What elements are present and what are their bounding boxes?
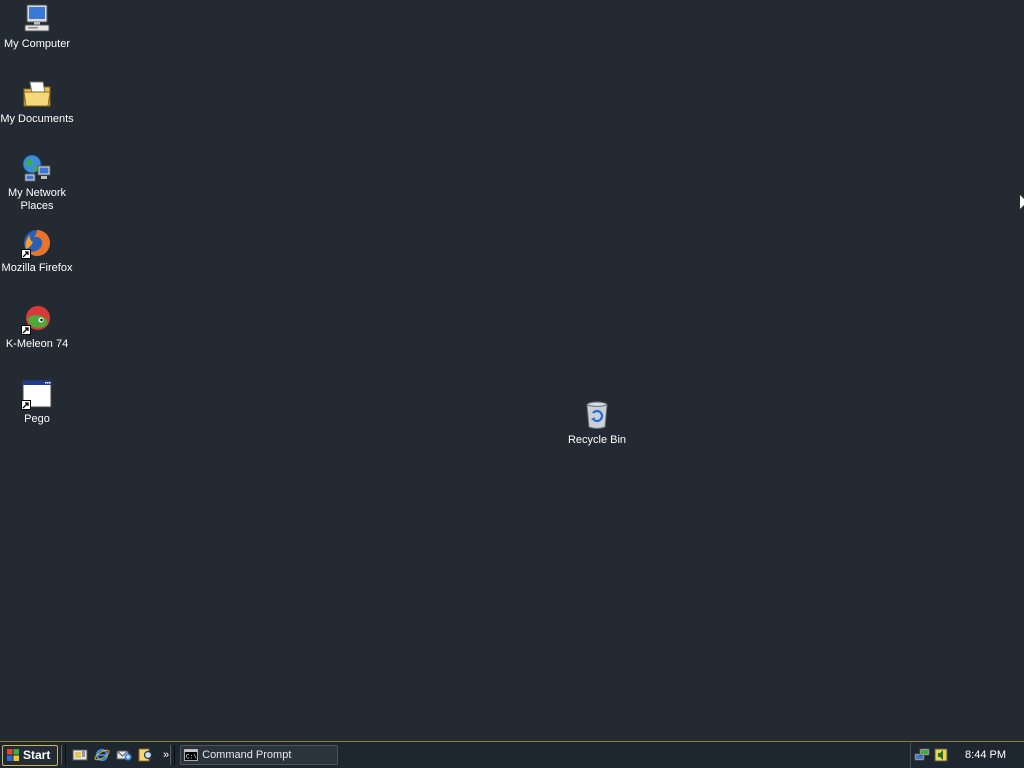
taskbar-separator [61, 745, 66, 765]
quick-launch-overflow-button[interactable]: » [163, 749, 169, 761]
task-button-command-prompt[interactable]: C:\ Command Prompt [180, 745, 339, 765]
desktop-icon-label: K-Meleon 74 [5, 338, 69, 350]
shortcut-arrow-icon [21, 400, 31, 410]
clock[interactable]: 8:44 PM [965, 749, 1006, 761]
internet-explorer-icon[interactable] [93, 746, 111, 764]
desktop-icon-label: My Documents [0, 113, 74, 125]
my-network-places-icon [20, 151, 54, 185]
search-icon[interactable] [137, 746, 155, 764]
recycle-bin-icon [580, 398, 614, 432]
desktop-icon-label: Mozilla Firefox [1, 262, 73, 274]
desktop-icon-my-computer[interactable]: My Computer [0, 2, 74, 51]
svg-text:C:\: C:\ [186, 754, 197, 761]
taskbar-separator [170, 745, 176, 765]
network-connection-icon[interactable] [914, 747, 930, 763]
desktop-icon-label: My Computer [3, 38, 71, 50]
my-documents-icon [20, 77, 54, 111]
command-prompt-icon: C:\ [184, 749, 199, 761]
my-computer-icon [20, 2, 54, 36]
desktop-icon-recycle-bin[interactable]: Recycle Bin [560, 398, 634, 447]
show-desktop-icon[interactable] [71, 746, 89, 764]
desktop-icon-my-network-places[interactable]: My Network Places [0, 151, 74, 213]
taskbar: Start » C:\ Command Prompt 8:44 PM [0, 741, 1024, 768]
firefox-icon [20, 226, 54, 260]
system-tray: 8:44 PM [910, 742, 1024, 768]
desktop-icon-mozilla-firefox[interactable]: Mozilla Firefox [0, 226, 74, 275]
task-button-label: Command Prompt [202, 749, 292, 761]
desktop-icon-label: My Network Places [7, 187, 67, 212]
windows-logo-icon [7, 749, 19, 761]
quick-launch-toolbar: » [71, 746, 169, 764]
desktop-icon-label: Recycle Bin [567, 434, 627, 446]
outlook-express-icon[interactable] [115, 746, 133, 764]
desktop-icon-label: Pego [24, 413, 50, 425]
mouse-cursor-icon [1020, 195, 1024, 209]
application-window-icon [20, 377, 54, 411]
desktop-icon-my-documents[interactable]: My Documents [0, 77, 74, 126]
desktop-icon-k-meleon[interactable]: K-Meleon 74 [0, 302, 74, 351]
volume-icon[interactable] [933, 747, 949, 763]
k-meleon-icon [20, 302, 54, 336]
shortcut-arrow-icon [21, 325, 31, 335]
start-button[interactable]: Start [2, 744, 58, 766]
shortcut-arrow-icon [21, 249, 31, 259]
desktop: My Computer My Documents My Network Plac… [0, 0, 1024, 741]
desktop-icon-pego[interactable]: Pego [0, 377, 74, 426]
start-label: Start [23, 748, 51, 762]
